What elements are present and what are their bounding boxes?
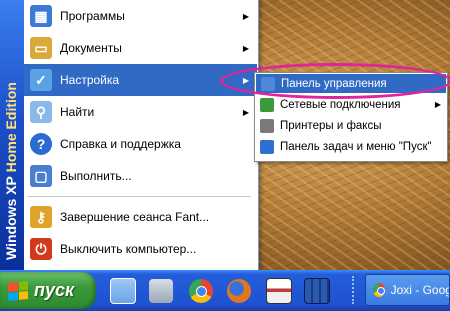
submenu-item-label: Принтеры и факсы [280,119,382,132]
menu-item-shutdown[interactable]: ⏻ Выключить компьютер... [24,233,257,265]
submenu-item-label: Сетевые подключения [280,98,401,111]
menu-item-label: Справка и поддержка [60,137,181,151]
submenu-item-printers[interactable]: Принтеры и факсы [255,115,447,136]
menu-item-search[interactable]: ⚲ Найти ▶ [24,96,257,128]
logoff-icon: ⚷ [30,206,52,228]
documents-icon: ▭ [30,37,52,59]
menu-separator [28,196,251,197]
start-button[interactable]: пуск [0,272,96,309]
start-menu: Windows XP Home Edition ▦ Программы ▶ ▭ … [0,0,259,270]
firefox-icon [227,279,251,303]
search-icon: ⚲ [30,101,52,123]
quick-launch-chrome[interactable] [186,276,216,306]
menu-item-label: Документы [60,41,122,55]
save-disk-icon [266,278,292,304]
submenu-item-label: Панель задач и меню "Пуск" [280,140,432,153]
submenu-item-taskbar[interactable]: Панель задач и меню "Пуск" [255,136,447,157]
start-button-label: пуск [34,280,75,300]
menu-item-run[interactable]: ▢ Выполнить... [24,160,257,192]
help-icon: ? [30,133,52,155]
start-menu-sidebar: Windows XP Home Edition [0,0,24,270]
run-icon: ▢ [30,165,52,187]
menu-item-label: Выполнить... [60,169,132,183]
sidebar-brand: Windows XP [3,176,19,260]
menu-item-help[interactable]: ? Справка и поддержка [24,128,257,160]
sidebar-edition: Home Edition [3,81,19,173]
submenu-arrow-icon: ▶ [242,107,249,117]
server-rack-icon [304,278,330,304]
printer-icon [260,118,274,133]
show-desktop-icon [110,278,136,304]
quick-launch-save[interactable] [264,276,294,306]
quick-launch-show-desktop[interactable] [108,276,138,306]
quick-launch-network-computer[interactable] [146,276,176,306]
menu-item-label: Программы [60,9,125,23]
submenu-arrow-icon: ▶ [242,43,249,53]
programs-icon: ▦ [30,5,52,27]
taskbar-window-button[interactable]: Joxi - Google [365,274,450,306]
taskbar-separator [352,276,356,304]
taskbar-window-label: Joxi - Google [390,283,449,297]
control-panel-icon: ✓ [30,69,52,91]
windows-logo-icon [8,280,28,301]
network-icon [260,97,274,112]
chrome-icon [373,283,385,297]
shutdown-icon: ⏻ [30,238,52,260]
taskbar-icon [260,139,274,154]
menu-item-programs[interactable]: ▦ Программы ▶ [24,0,257,32]
chrome-icon [189,279,213,303]
start-menu-items: ▦ Программы ▶ ▭ Документы ▶ ✓ Настройка … [24,0,257,265]
network-computer-icon [149,279,173,303]
menu-item-label: Найти [60,105,95,119]
menu-item-label: Завершение сеанса Fant... [60,210,210,224]
menu-item-label: Выключить компьютер... [60,242,197,256]
submenu-arrow-icon: ▶ [242,11,249,21]
menu-item-logoff[interactable]: ⚷ Завершение сеанса Fant... [24,201,257,233]
highlight-ellipse [220,63,450,99]
quick-launch-firefox[interactable] [224,276,254,306]
taskbar: пуск Joxi - Google [0,270,450,311]
submenu-arrow-icon: ▶ [434,100,441,109]
quick-launch-server[interactable] [302,276,332,306]
menu-item-documents[interactable]: ▭ Документы ▶ [24,32,257,64]
